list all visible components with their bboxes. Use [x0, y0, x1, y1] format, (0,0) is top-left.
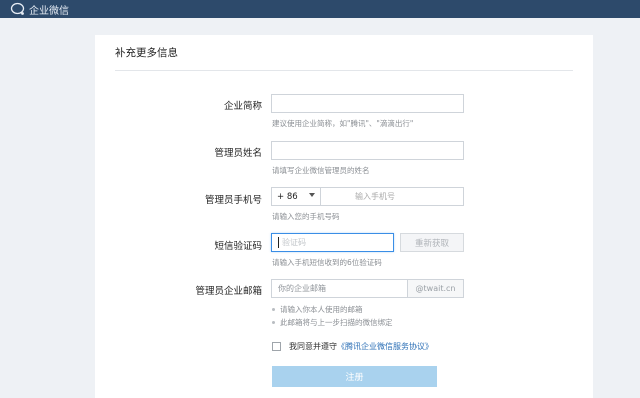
top-bar: 企业微信 [0, 0, 640, 18]
sms-code-placeholder: 验证码 [282, 238, 306, 247]
admin-email-input[interactable]: 你的企业邮箱 [271, 279, 408, 298]
agreement-checkbox[interactable] [272, 342, 281, 351]
register-button[interactable]: 注册 [272, 366, 437, 387]
admin-name-input[interactable] [271, 141, 464, 160]
agreement-link[interactable]: 《腾讯企业微信服务协议》 [337, 341, 433, 352]
admin-phone-help: 请输入您的手机号码 [272, 212, 340, 221]
agreement-row: 我同意并遵守 《腾讯企业微信服务协议》 [272, 341, 433, 352]
email-note-text: 此邮箱将与上一步扫描的微信绑定 [280, 318, 393, 327]
sms-code-help: 请输入手机短信收到的6位验证码 [272, 258, 382, 267]
company-short-name-label: 企业简称 [223, 101, 262, 112]
phone-input[interactable]: 输入手机号 [320, 187, 464, 206]
email-note: 请输入你本人使用的邮箱 [272, 304, 363, 315]
agreement-prefix: 我同意并遵守 [289, 342, 337, 351]
sms-code-label: 短信验证码 [214, 241, 262, 252]
bullet-dot [272, 308, 275, 311]
email-note: 此邮箱将与上一步扫描的微信绑定 [272, 317, 393, 328]
company-short-name-input[interactable] [271, 94, 464, 113]
page-title: 补充更多信息 [115, 47, 178, 59]
admin-phone-label: 管理员手机号 [204, 195, 262, 206]
divider [115, 70, 573, 71]
admin-name-help: 请填写企业微信管理员的姓名 [272, 166, 370, 175]
country-code-value: + 86 [277, 191, 298, 202]
email-note-text: 请输入你本人使用的邮箱 [280, 305, 363, 314]
admin-email-label: 管理员企业邮箱 [195, 286, 262, 297]
brand[interactable]: 企业微信 [10, 1, 69, 17]
chat-bubble-icon [10, 2, 25, 15]
brand-name: 企业微信 [29, 5, 69, 17]
company-short-name-help: 建议使用企业简称，如"腾讯"、"滴滴出行" [272, 119, 414, 128]
admin-name-label: 管理员姓名 [214, 148, 262, 159]
resend-code-button[interactable]: 重新获取 [400, 233, 464, 252]
sms-code-input[interactable]: 验证码 [271, 233, 394, 252]
bullet-dot [272, 321, 275, 324]
chevron-down-icon [309, 193, 315, 197]
registration-card: 补充更多信息 企业简称 建议使用企业简称，如"腾讯"、"滴滴出行" 管理员姓名 … [95, 35, 593, 398]
country-code-select[interactable]: + 86 [271, 187, 321, 206]
text-caret [278, 237, 279, 248]
email-domain-suffix: @twait.cn [408, 279, 464, 298]
